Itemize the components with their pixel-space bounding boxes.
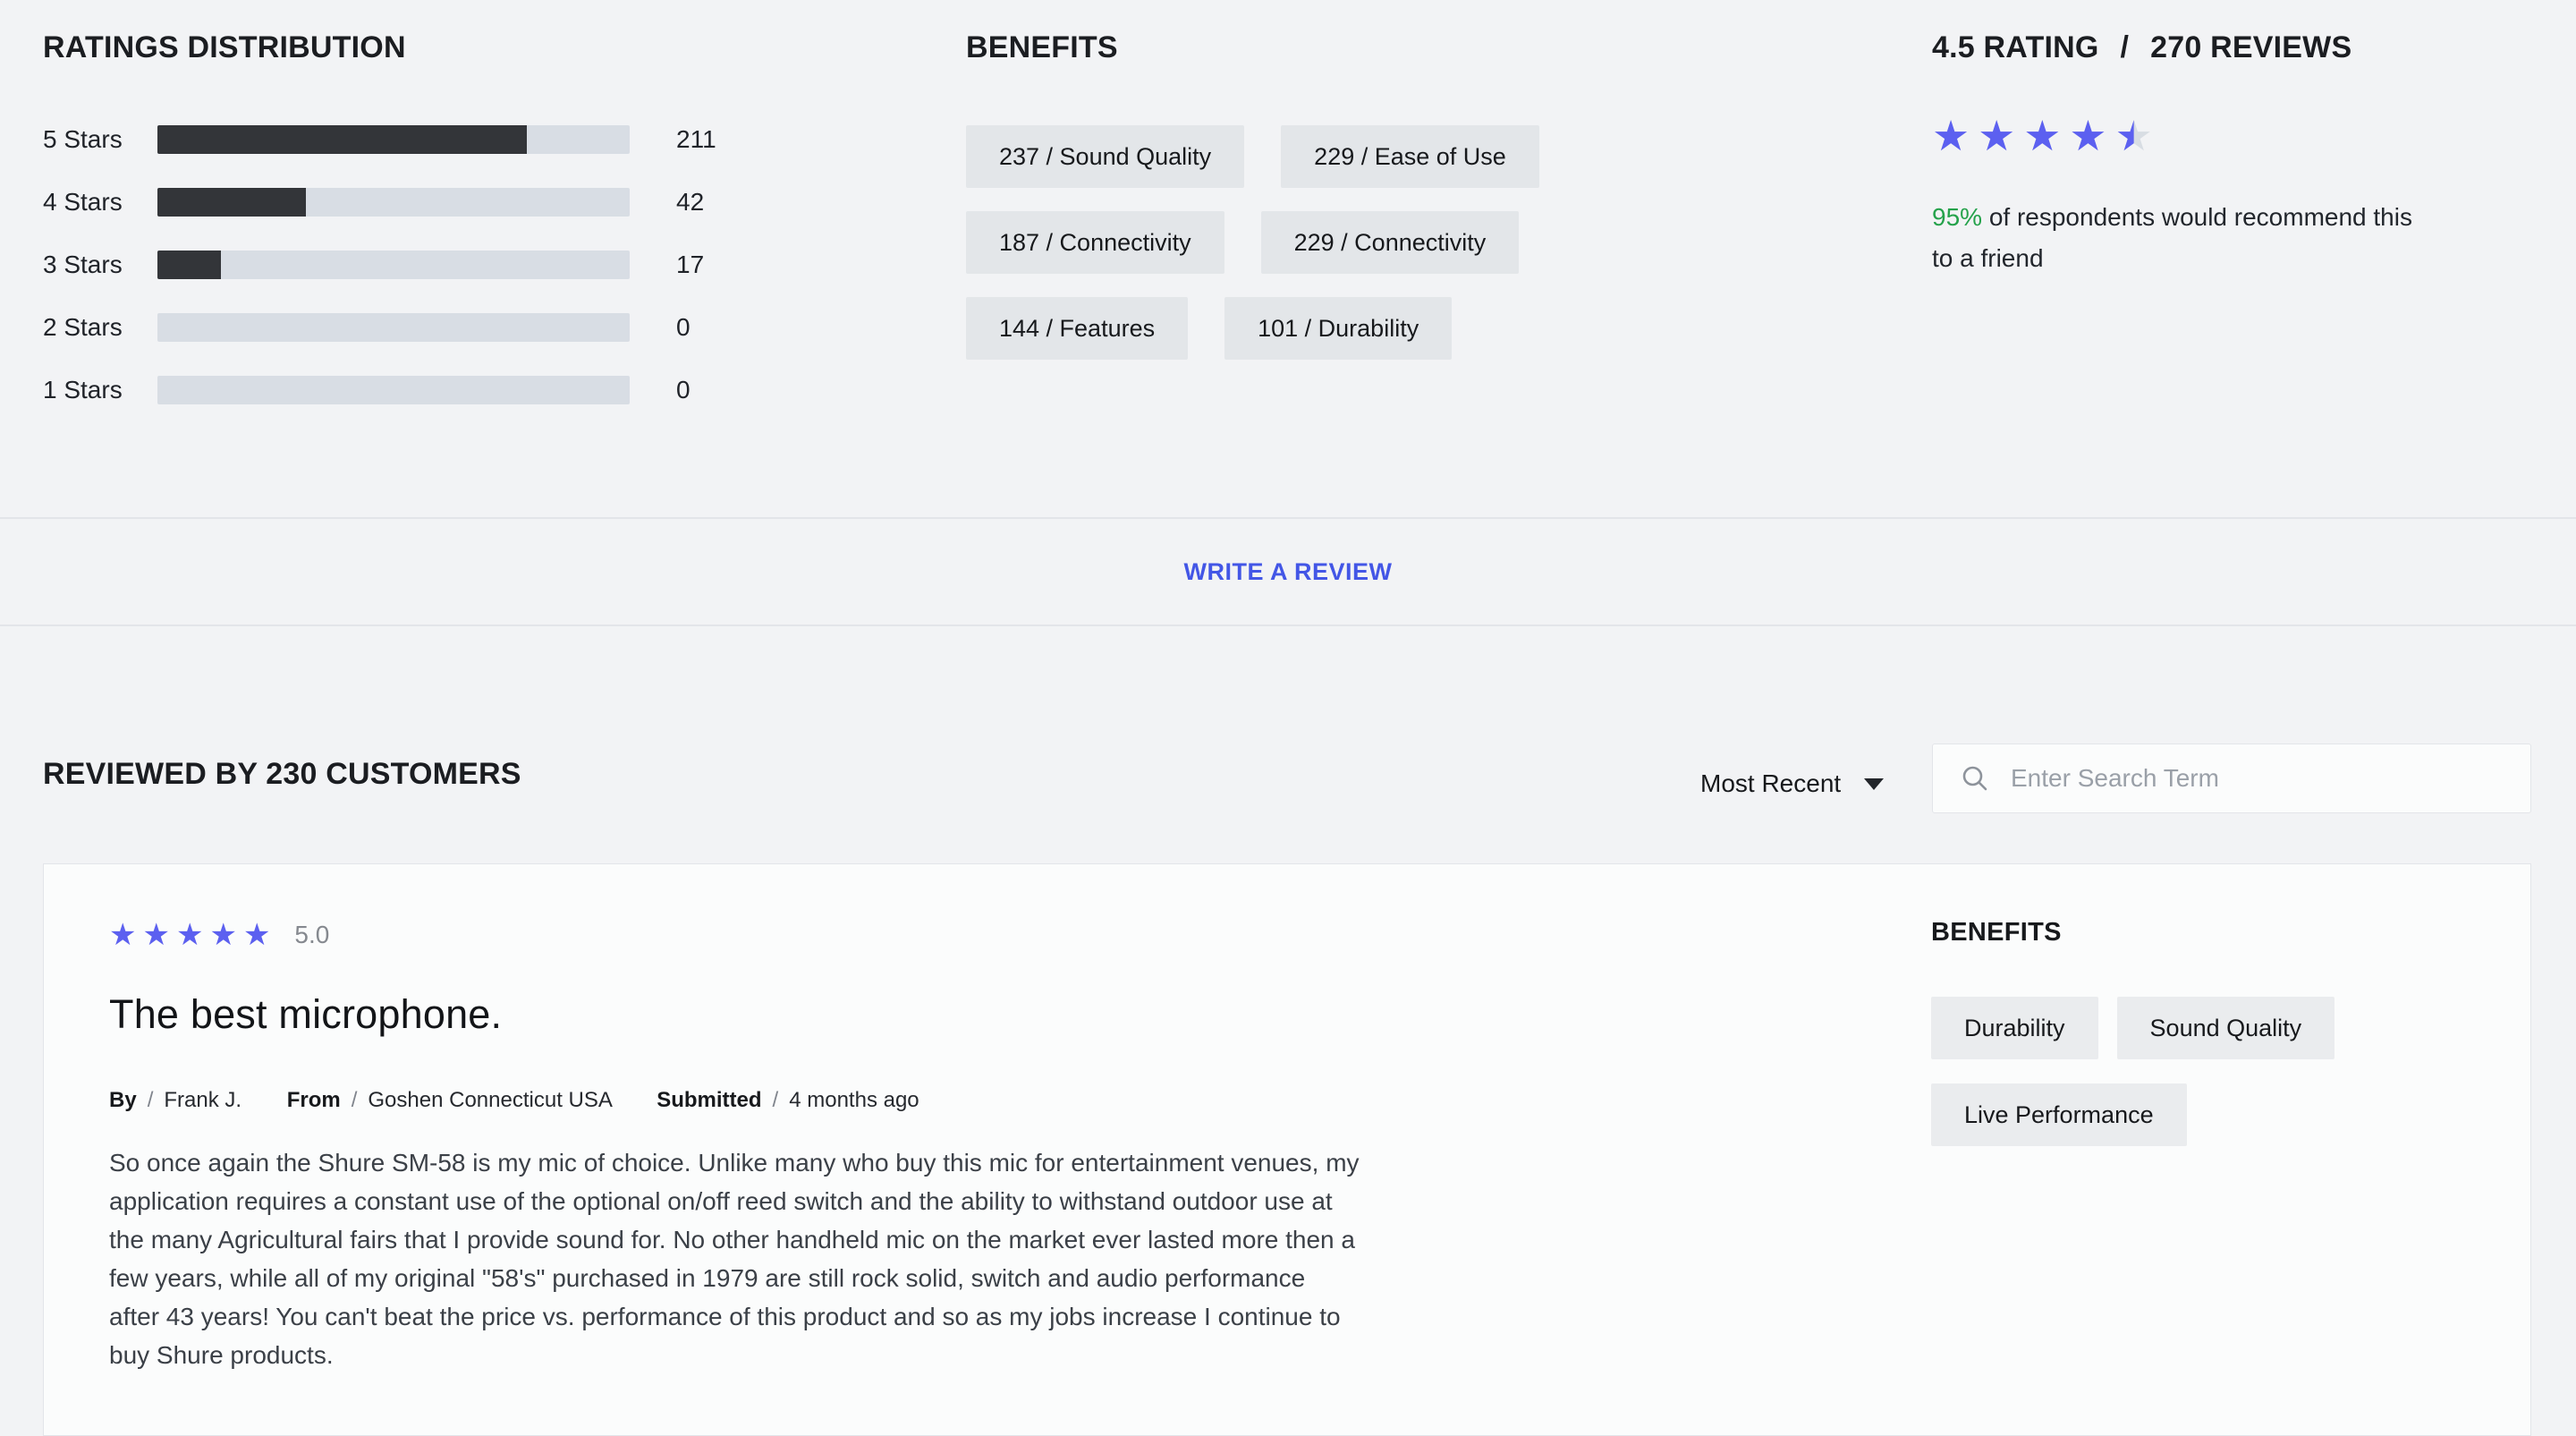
byline-separator: / <box>352 1088 358 1112</box>
benefit-chip[interactable]: 187 / Connectivity <box>966 211 1224 274</box>
average-star-rating: ★★★★★★★★★★ <box>1932 115 2161 157</box>
star-icon: ★★ <box>176 920 203 950</box>
star-icon: ★★ <box>2115 115 2153 157</box>
benefits-summary-title: BENEFITS <box>966 30 1118 65</box>
rating-bar-count: 211 <box>676 125 716 154</box>
rating-bar-row: 1 Stars 0 <box>43 376 723 404</box>
search-box <box>1932 743 2531 813</box>
rating-value-label: 4.5 RATING <box>1932 30 2099 64</box>
review-rating-row: ★★★★★★★★★★ 5.0 <box>109 920 329 950</box>
recommend-percent: 95% <box>1932 203 1982 231</box>
rating-bar-row: 5 Stars 211 <box>43 125 723 154</box>
rating-bar-fill <box>157 188 306 217</box>
rating-bar-label: 1 Stars <box>43 376 157 404</box>
rating-bar-track <box>157 188 630 217</box>
rating-bar-row: 2 Stars 0 <box>43 313 723 342</box>
search-input[interactable] <box>2009 763 2492 794</box>
byline-by-label: By <box>109 1088 137 1112</box>
search-icon <box>1961 764 1989 793</box>
chevron-down-icon <box>1864 778 1884 790</box>
rating-bar-count: 0 <box>676 313 691 342</box>
byline-separator: / <box>148 1088 154 1112</box>
byline-submitted-label: Submitted <box>657 1088 761 1112</box>
byline-location: Goshen Connecticut USA <box>368 1088 611 1112</box>
star-icon: ★★ <box>243 920 270 950</box>
sort-selected-label: Most Recent <box>1700 769 1841 798</box>
benefit-chip[interactable]: 229 / Connectivity <box>1261 211 1520 274</box>
rating-separator: / <box>2121 30 2130 64</box>
star-icon: ★★ <box>1978 115 2015 157</box>
review-benefits-tags: Durability Sound Quality Live Performanc… <box>1931 997 2521 1146</box>
recommend-text: of respondents would recommend this to a… <box>1932 203 2412 272</box>
ratings-distribution-chart: 5 Stars 211 4 Stars 42 3 Stars 17 2 Star… <box>43 125 723 438</box>
benefit-chip[interactable]: 144 / Features <box>966 297 1188 360</box>
ratings-distribution-title: RATINGS DISTRIBUTION <box>43 30 406 65</box>
recommend-statement: 95% of respondents would recommend this … <box>1932 197 2433 279</box>
star-icon: ★★ <box>1932 115 1970 157</box>
review-star-rating: ★★★★★★★★★★ <box>109 920 276 950</box>
reviews-count-title: REVIEWED BY 230 CUSTOMERS <box>43 757 521 792</box>
star-icon: ★★ <box>142 920 169 950</box>
review-title: The best microphone. <box>109 991 502 1038</box>
byline-author: Frank J. <box>164 1088 242 1112</box>
review-byline: By/Frank J. From/Goshen Connecticut USA … <box>109 1088 919 1113</box>
star-icon: ★★ <box>2069 115 2106 157</box>
byline-date: 4 months ago <box>789 1088 919 1112</box>
benefit-chip[interactable]: 237 / Sound Quality <box>966 125 1244 188</box>
rating-bar-label: 4 Stars <box>43 188 157 217</box>
review-benefit-tag: Durability <box>1931 997 2098 1059</box>
benefit-chip[interactable]: 101 / Durability <box>1224 297 1452 360</box>
sort-dropdown[interactable]: Most Recent <box>1700 766 1884 802</box>
rating-bar-label: 2 Stars <box>43 313 157 342</box>
review-benefit-tag: Live Performance <box>1931 1083 2187 1146</box>
rating-bar-track <box>157 376 630 404</box>
rating-bar-count: 0 <box>676 376 691 404</box>
benefits-chip-group: 237 / Sound Quality 229 / Ease of Use 18… <box>966 125 1592 360</box>
rating-bar-count: 17 <box>676 251 704 279</box>
rating-bar-fill <box>157 251 221 279</box>
rating-bar-fill <box>157 125 527 154</box>
star-icon: ★★ <box>2023 115 2061 157</box>
review-benefit-tag: Sound Quality <box>2117 997 2335 1059</box>
rating-bar-track <box>157 125 630 154</box>
rating-bar-label: 3 Stars <box>43 251 157 279</box>
rating-bar-track <box>157 251 630 279</box>
rating-bar-count: 42 <box>676 188 704 217</box>
review-card: ★★★★★★★★★★ 5.0 The best microphone. By/F… <box>43 863 2531 1436</box>
review-rating-value: 5.0 <box>294 921 329 949</box>
byline-from-label: From <box>287 1088 341 1112</box>
review-count-label: 270 REVIEWS <box>2150 30 2351 64</box>
star-icon: ★★ <box>109 920 136 950</box>
write-review-link[interactable]: WRITE A REVIEW <box>1184 558 1393 586</box>
rating-bar-label: 5 Stars <box>43 125 157 154</box>
byline-separator: / <box>773 1088 779 1112</box>
rating-bar-track <box>157 313 630 342</box>
star-icon: ★★ <box>209 920 236 950</box>
rating-bar-row: 4 Stars 42 <box>43 188 723 217</box>
write-review-bar: WRITE A REVIEW <box>0 517 2576 626</box>
review-body-text: So once again the Shure SM-58 is my mic … <box>109 1143 1361 1374</box>
rating-summary-title: 4.5 RATING / 270 REVIEWS <box>1932 30 2351 65</box>
benefit-chip[interactable]: 229 / Ease of Use <box>1281 125 1539 188</box>
rating-bar-row: 3 Stars 17 <box>43 251 723 279</box>
review-benefits-title: BENEFITS <box>1931 918 2062 947</box>
